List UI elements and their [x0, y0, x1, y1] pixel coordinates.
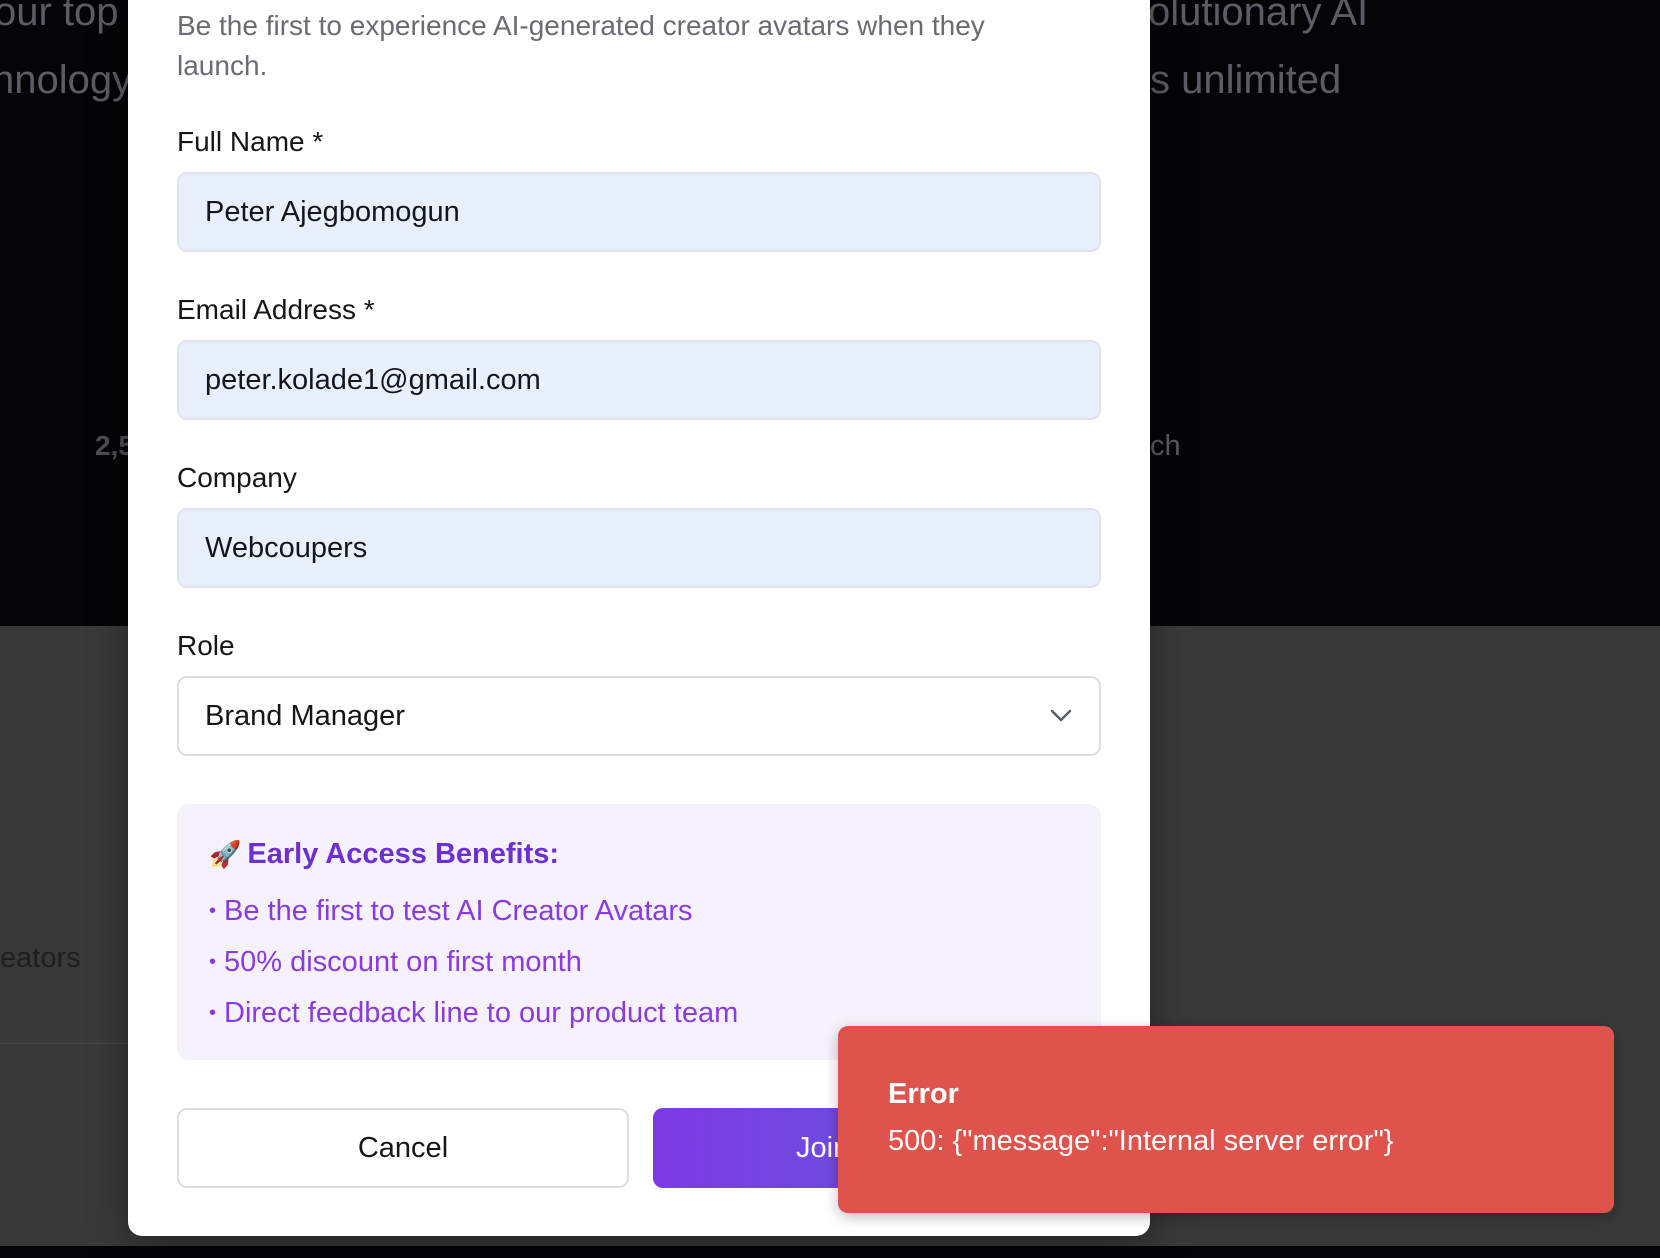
benefits-title: Early Access Benefits:: [247, 838, 560, 870]
full-name-label: Full Name *: [177, 126, 324, 157]
error-toast[interactable]: Error 500: {"message":"Internal server e…: [838, 1026, 1614, 1213]
hero-heading-fragment: olutionary AI: [1148, 0, 1369, 34]
role-select[interactable]: Brand Manager: [177, 676, 1101, 756]
toast-title: Error: [888, 1078, 959, 1110]
company-label: Company: [177, 462, 297, 493]
page-footer-strip: [0, 1246, 1660, 1258]
section-divider: [0, 1043, 130, 1044]
bullet-icon: •: [209, 1002, 217, 1024]
benefit-item-text: Be the first to test AI Creator Avatars: [224, 895, 693, 927]
lower-section-text-fragment: eators: [0, 942, 81, 974]
benefits-heading: 🚀 Early Access Benefits:: [209, 838, 1069, 871]
rocket-icon: 🚀: [209, 839, 242, 869]
benefit-item: • 50% discount on first month: [209, 938, 1069, 989]
hero-stat-fragment: ch: [1150, 430, 1181, 462]
toast-message: 500: {"message":"Internal server error"}: [888, 1125, 1394, 1157]
benefit-item: • Be the first to test AI Creator Avatars: [209, 887, 1069, 938]
company-input[interactable]: [177, 508, 1101, 588]
cancel-button[interactable]: Cancel: [177, 1108, 629, 1188]
hero-heading-fragment: our top: [0, 0, 119, 34]
modal-subtitle: Be the first to experience AI-generated …: [177, 10, 985, 81]
hero-heading-fragment: nnology: [0, 58, 133, 102]
chevron-down-icon: [1049, 704, 1073, 728]
full-name-input[interactable]: [177, 172, 1101, 252]
benefit-item-text: Direct feedback line to our product team: [224, 997, 739, 1029]
bullet-icon: •: [209, 900, 217, 922]
email-input[interactable]: [177, 340, 1101, 420]
benefit-item-text: 50% discount on first month: [224, 946, 582, 978]
early-access-benefits-box: 🚀 Early Access Benefits: • Be the first t…: [177, 804, 1101, 1060]
hero-heading-fragment: s unlimited: [1150, 58, 1342, 102]
email-label: Email Address *: [177, 294, 375, 325]
bullet-icon: •: [209, 951, 217, 973]
role-select-value: Brand Manager: [205, 699, 405, 732]
role-label: Role: [177, 630, 235, 661]
